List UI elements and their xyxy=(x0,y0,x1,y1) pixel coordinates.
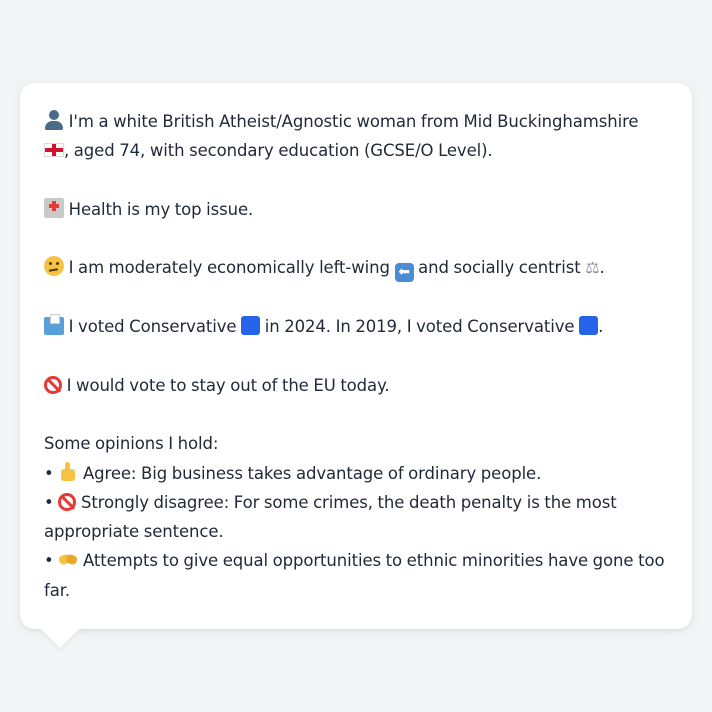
opinions-heading: Some opinions I hold: xyxy=(44,434,219,454)
thinking-face-icon xyxy=(44,256,64,277)
opinions-paragraph: Some opinions I hold: • Agree: Big busin… xyxy=(44,429,670,605)
eu-paragraph: I would vote to stay out of the EU today… xyxy=(44,371,670,400)
top-issue-text: Health is my top issue. xyxy=(64,199,254,219)
opinion-item: • Agree: Big business takes advantage of… xyxy=(44,459,670,488)
voting-paragraph: I voted Conservative in 2024. In 2019, I… xyxy=(44,312,670,341)
user-silhouette-icon xyxy=(44,110,64,130)
intro-line-1: I'm a white British Atheist/Agnostic wom… xyxy=(44,107,670,136)
opinion-text-line-1: Strongly disagree: For some crimes, the … xyxy=(76,492,617,512)
voting-text-a: I voted Conservative xyxy=(64,317,242,337)
ideology-text-a: I am moderately economically left-wing xyxy=(64,258,395,278)
handshake-icon xyxy=(58,549,78,569)
blue-square-icon xyxy=(241,316,261,336)
voting-text-c: . xyxy=(598,317,604,337)
profile-message-bubble: I'm a white British Atheist/Agnostic wom… xyxy=(20,83,692,629)
balance-scale-icon: ⚖ xyxy=(585,258,600,278)
left-arrow-icon: ⬅ xyxy=(394,263,414,283)
bubble-tail xyxy=(40,628,80,648)
no-entry-icon xyxy=(44,375,62,394)
ideology-paragraph: I am moderately economically left-wing ⬅… xyxy=(44,253,670,283)
blue-square-icon xyxy=(579,316,599,336)
opinion-text-line-2: far. xyxy=(44,580,71,600)
opinion-item: • Attempts to give equal opportunities t… xyxy=(44,546,670,575)
eu-text: I would vote to stay out of the EU today… xyxy=(62,375,390,395)
hospital-icon xyxy=(44,197,64,218)
intro-text-1: I'm a white British Atheist/Agnostic wom… xyxy=(64,112,639,131)
intro-line-2: , aged 74, with secondary education (GCS… xyxy=(44,136,670,165)
ideology-text-c: . xyxy=(599,258,605,278)
opinion-text-line-2: appropriate sentence. xyxy=(44,522,224,542)
opinion-text: Agree: Big business takes advantage of o… xyxy=(78,463,542,483)
bullet: • xyxy=(44,551,54,571)
no-entry-icon xyxy=(58,492,77,511)
thumbs-up-icon xyxy=(58,461,78,482)
intro-paragraph: I'm a white British Atheist/Agnostic wom… xyxy=(44,107,670,166)
opinion-text-line-1: Attempts to give equal opportunities to … xyxy=(78,551,665,571)
voting-text-b: in 2024. In 2019, I voted Conservative xyxy=(260,317,580,337)
intro-text-2: , aged 74, with secondary education (GCS… xyxy=(64,141,493,161)
top-issue-paragraph: Health is my top issue. xyxy=(44,195,670,224)
ideology-text-b: and socially centrist xyxy=(413,258,586,278)
england-flag-icon xyxy=(44,143,64,158)
opinion-item: • Strongly disagree: For some crimes, th… xyxy=(44,488,670,517)
bullet: • xyxy=(44,492,54,512)
bullet: • xyxy=(44,463,54,483)
ballot-box-icon xyxy=(44,314,64,336)
